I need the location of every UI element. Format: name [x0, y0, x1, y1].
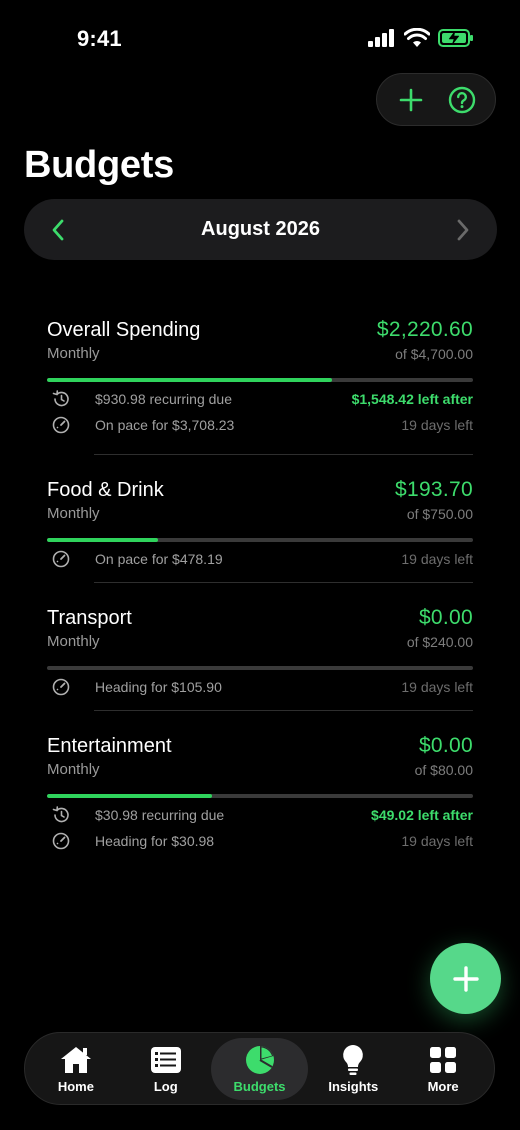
days-left-text: 19 days left [401, 417, 473, 433]
history-icon [47, 386, 75, 412]
grid-icon [429, 1044, 457, 1076]
budget-card-entertainment[interactable]: Entertainment Monthly $0.00 of $80.00 $3… [47, 711, 473, 863]
pace-row: Heading for $105.90 19 days left [47, 674, 473, 700]
add-button[interactable] [391, 80, 431, 120]
pace-text: On pace for $478.19 [95, 551, 223, 567]
pace-row: Heading for $30.98 19 days left [47, 828, 473, 854]
top-actions [376, 73, 496, 126]
budget-period: Monthly [47, 345, 100, 362]
budget-limit: of $4,700.00 [395, 346, 473, 362]
tab-insights[interactable]: Insights [308, 1038, 398, 1100]
status-bar: 9:41 [0, 0, 520, 76]
left-after-text: $49.02 left after [371, 807, 473, 823]
budget-list: Overall Spending Monthly $2,220.60 of $4… [47, 318, 473, 863]
progress-bar [47, 538, 473, 542]
recurring-row: $30.98 recurring due $49.02 left after [47, 802, 473, 828]
pace-row: On pace for $3,708.23 19 days left [47, 412, 473, 438]
progress-bar [47, 378, 473, 382]
budget-card-overall-spending[interactable]: Overall Spending Monthly $2,220.60 of $4… [47, 318, 473, 454]
tab-label: Log [153, 1078, 178, 1094]
battery-icon [438, 28, 474, 53]
budget-card-transport[interactable]: Transport Monthly $0.00 of $240.00 Headi… [47, 583, 473, 710]
page-title: Budgets [24, 144, 174, 186]
budget-period: Monthly [47, 761, 100, 778]
budget-name: Entertainment [47, 735, 172, 757]
help-button[interactable] [442, 80, 482, 120]
pace-text: Heading for $105.90 [95, 679, 222, 695]
month-label: August 2026 [201, 218, 320, 240]
pie-chart-icon [244, 1044, 276, 1076]
budget-name: Food & Drink [47, 479, 164, 501]
gauge-icon [47, 828, 75, 854]
plus-icon [399, 88, 422, 111]
budget-period: Monthly [47, 633, 100, 650]
tab-bar: Home Log Budgets Insights More [24, 1032, 495, 1105]
progress-fill [47, 378, 333, 382]
progress-fill [47, 538, 158, 542]
progress-fill [47, 794, 212, 798]
days-left-text: 19 days left [401, 679, 473, 695]
budget-spent-amount: $2,220.60 [376, 318, 473, 341]
tab-label: Home [57, 1078, 94, 1094]
budget-spent-amount: $193.70 [394, 478, 473, 501]
status-time: 9:41 [77, 26, 122, 51]
recurring-row: $930.98 recurring due $1,548.42 left aft… [47, 386, 473, 412]
progress-bar [47, 794, 473, 798]
next-month-button[interactable] [449, 216, 477, 244]
budget-card-food-drink[interactable]: Food & Drink Monthly $193.70 of $750.00 … [47, 455, 473, 582]
progress-bar [47, 666, 473, 670]
tab-budgets[interactable]: Budgets [210, 1037, 309, 1100]
budget-limit: of $80.00 [414, 762, 473, 778]
tab-log[interactable]: Log [121, 1038, 211, 1100]
wifi-icon [403, 27, 431, 53]
home-icon [59, 1044, 93, 1076]
budget-period: Monthly [47, 505, 100, 522]
budget-spent-amount: $0.00 [418, 606, 473, 629]
previous-month-button[interactable] [44, 216, 72, 244]
days-left-text: 19 days left [401, 551, 473, 567]
chevron-left-icon [52, 219, 64, 240]
gauge-icon [47, 546, 75, 572]
lightbulb-icon [341, 1044, 365, 1076]
tab-label: More [427, 1078, 459, 1094]
tab-home[interactable]: Home [31, 1038, 121, 1100]
budget-name: Transport [47, 607, 132, 629]
tab-label: Budgets [233, 1078, 286, 1094]
month-selector: August 2026 [24, 199, 497, 260]
budget-spent-amount: $0.00 [418, 734, 473, 757]
days-left-text: 19 days left [401, 833, 473, 849]
left-after-text: $1,548.42 left after [351, 391, 473, 407]
budget-limit: of $240.00 [406, 634, 473, 650]
budget-name: Overall Spending [47, 319, 201, 341]
pace-text: Heading for $30.98 [95, 833, 215, 849]
question-circle-icon [448, 86, 475, 113]
add-budget-fab[interactable] [430, 943, 501, 1014]
signal-icon [368, 29, 396, 52]
gauge-icon [47, 674, 75, 700]
tab-more[interactable]: More [398, 1038, 488, 1100]
recurring-text: $930.98 recurring due [95, 391, 232, 407]
pace-text: On pace for $3,708.23 [95, 417, 235, 433]
recurring-text: $30.98 recurring due [95, 807, 225, 823]
pace-row: On pace for $478.19 19 days left [47, 546, 473, 572]
history-icon [47, 802, 75, 828]
plus-icon [452, 965, 479, 992]
tab-label: Insights [328, 1078, 379, 1094]
budget-limit: of $750.00 [406, 506, 473, 522]
chevron-right-icon [457, 219, 469, 240]
status-icons [368, 27, 474, 53]
list-icon [150, 1044, 182, 1076]
gauge-icon [47, 412, 75, 438]
